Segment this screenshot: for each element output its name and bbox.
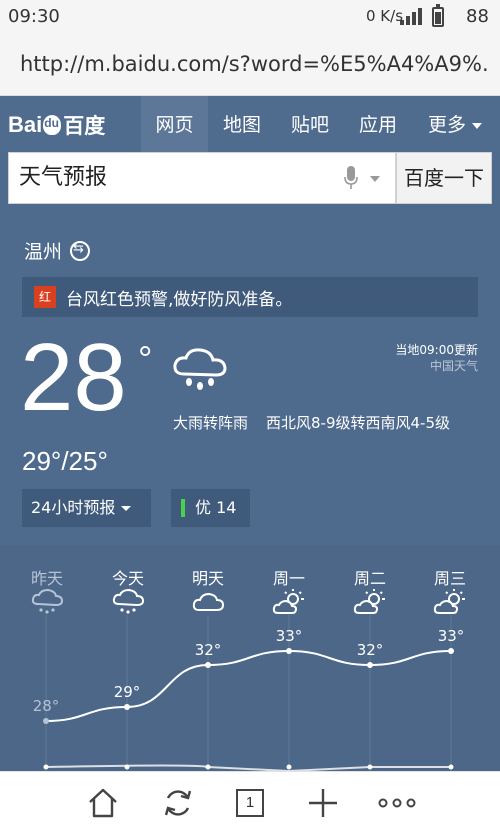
tab-map[interactable]: 地图 — [208, 96, 276, 152]
chart-point — [205, 662, 211, 668]
chart-data-label: 28° — [33, 697, 60, 715]
tab-more[interactable]: 更多 — [420, 96, 490, 152]
heavy-rain-icon — [173, 348, 227, 390]
chart-point-low — [205, 764, 211, 770]
chart-data-label: 32° — [357, 641, 384, 659]
status-bar: 09:30 0 K/s 88 — [0, 0, 500, 34]
current-temperature: 28 — [20, 324, 127, 431]
tab-web[interactable]: 网页 — [141, 96, 208, 152]
temperature-trend-chart: 28° 29° 32° 33° 32° 33° — [33, 615, 465, 771]
chart-data-label: 29° — [114, 683, 141, 701]
chart-point — [367, 662, 373, 668]
weather-source: 中国天气 — [429, 359, 478, 373]
air-quality-button[interactable]: 优 14 — [171, 489, 250, 527]
status-time: 09:30 — [8, 6, 60, 27]
tab-apps[interactable]: 应用 — [344, 96, 412, 152]
network-speed: 0 K/s — [366, 7, 404, 25]
degree-symbol: ° — [138, 338, 153, 379]
baidu-logo[interactable]: Bai 百度 — [8, 112, 105, 138]
update-time: 当地09:00更新 — [395, 343, 478, 357]
baidu-header: Bai 百度 网页 地图 贴吧 应用 更多 — [0, 96, 500, 152]
chart-data-label: 33° — [276, 627, 303, 645]
chevron-down-icon — [472, 122, 482, 129]
plus-icon[interactable] — [306, 786, 340, 820]
battery-level: 88 — [466, 6, 489, 27]
update-info: 当地09:00更新 中国天气 — [395, 342, 478, 374]
wind-info: 西北风8-9级转西南风4-5级 — [266, 414, 450, 432]
battery-icon — [432, 4, 444, 27]
voice-menu-caret-icon[interactable] — [370, 176, 380, 182]
logo-text: Bai — [8, 112, 43, 137]
browser-toolbar: 1 — [0, 771, 500, 833]
chart-data-label: 32° — [195, 641, 222, 659]
more-menu-icon[interactable] — [377, 786, 417, 820]
refresh-icon[interactable] — [161, 786, 195, 820]
alert-badge: 红 — [34, 286, 56, 308]
weather-alert[interactable]: 红 台风红色预警,做好防风准备。 — [22, 277, 478, 317]
logo-cn: 百度 — [63, 115, 106, 138]
aqi-text: 优 14 — [195, 498, 237, 517]
temperature-range: 29°/25° — [22, 446, 108, 476]
chart-point-low — [43, 764, 49, 770]
weather-condition: 大雨转阵雨 — [173, 414, 249, 432]
chart-point — [124, 704, 130, 710]
chart-point-low — [367, 764, 373, 770]
switch-city-icon[interactable] — [70, 240, 91, 261]
city-selector[interactable]: 温州 — [24, 237, 91, 264]
chart-point — [43, 718, 49, 724]
home-icon[interactable] — [86, 786, 120, 820]
signal-icon — [400, 8, 422, 25]
chart-point-low — [124, 764, 130, 770]
microphone-icon[interactable] — [344, 166, 358, 190]
forecast-24h-button[interactable]: 24小时预报 — [22, 489, 151, 527]
chevron-down-icon — [121, 506, 132, 511]
chart-point — [448, 648, 454, 654]
chart-data-label: 33° — [438, 627, 465, 645]
city-name: 温州 — [24, 241, 63, 263]
high-temperature-line — [45, 649, 452, 722]
paw-icon — [43, 115, 62, 135]
chart-point-low — [286, 764, 292, 770]
chart-point-low — [448, 764, 454, 770]
search-input[interactable]: 天气预报 — [8, 152, 396, 204]
search-bar: 天气预报 百度一下 — [8, 152, 492, 204]
alert-text: 台风红色预警,做好防风准备。 — [66, 289, 293, 310]
chart-point — [286, 648, 292, 654]
address-bar[interactable]: http://m.baidu.com/s?word=%E5%A4%A9%.. — [0, 34, 500, 96]
search-button[interactable]: 百度一下 — [396, 152, 492, 204]
aqi-level-bar — [181, 499, 185, 517]
tab-tieba[interactable]: 贴吧 — [276, 96, 344, 152]
url-text[interactable]: http://m.baidu.com/s?word=%E5%A4%A9%.. — [20, 52, 490, 76]
tabs-button[interactable]: 1 — [236, 789, 264, 817]
